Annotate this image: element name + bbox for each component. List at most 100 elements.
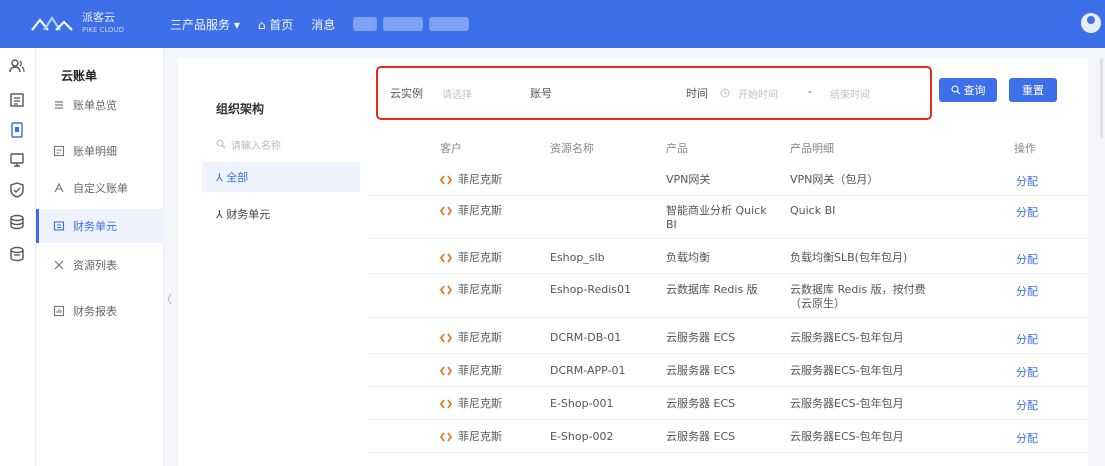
chevron-left-icon xyxy=(167,293,172,305)
submenu-item-resource-list[interactable]: 资源列表 xyxy=(36,248,164,282)
resource-name-cell: E-Shop-001 xyxy=(550,397,614,410)
assign-link[interactable]: 分配 xyxy=(1016,432,1038,446)
cloud-bill-submenu: 云账单 账单总览 账单明细 自定义账单 财务单元 资源列表 财务报表 xyxy=(36,48,164,466)
customer-cell: 菲尼克斯 xyxy=(440,331,502,345)
assign-link[interactable]: 分配 xyxy=(1016,333,1038,347)
submenu-title: 云账单 xyxy=(61,69,98,83)
column-header-customer[interactable]: 客户 xyxy=(440,140,462,156)
customer-cell: 菲尼克斯 xyxy=(440,283,502,297)
table-row: 菲尼克斯 E-Shop-002 云服务器 ECS 云服务器ECS-包年包月 分配 xyxy=(368,421,1088,453)
customer-cell: 菲尼克斯 xyxy=(440,251,502,265)
page-scrollbar[interactable] xyxy=(1100,58,1103,138)
account-label: 账号 xyxy=(530,87,552,100)
customer-name: 菲尼克斯 xyxy=(458,430,502,443)
org-search-input[interactable]: 请输入名称 xyxy=(216,134,346,154)
submenu-item-custom-bill[interactable]: 自定义账单 xyxy=(36,171,164,205)
nav-redacted-item[interactable] xyxy=(429,17,470,31)
resource-name-cell: DCRM-APP-01 xyxy=(550,364,626,377)
search-icon xyxy=(216,139,226,149)
tree-node-all[interactable]: ⅄ 全部 xyxy=(202,162,360,192)
bill-icon[interactable] xyxy=(9,92,25,108)
submenu-item-finance-report[interactable]: 财务报表 xyxy=(36,294,164,328)
users-icon[interactable] xyxy=(9,58,25,74)
document-icon[interactable] xyxy=(9,122,25,138)
custom-icon xyxy=(54,182,64,193)
resource-name-cell: Eshop_slb xyxy=(550,251,605,264)
nav-redacted-item[interactable] xyxy=(383,17,424,31)
product-detail-cell: 云服务器ECS-包年包月 xyxy=(790,364,904,377)
cloud-instance-select[interactable]: 请选择 xyxy=(442,86,472,101)
submenu-item-label: 财务单元 xyxy=(73,220,117,233)
product-cell: 云服务器 ECS xyxy=(666,397,736,410)
assign-link[interactable]: 分配 xyxy=(1016,253,1038,267)
brand-name: 派客云 xyxy=(82,11,115,24)
monitor-icon[interactable] xyxy=(9,152,25,168)
product-detail-cell: 云数据库 Redis 版，按付费（云原生） xyxy=(790,283,926,310)
icon-rail xyxy=(0,48,36,466)
brand-subtitle: PIKE CLOUD xyxy=(82,26,125,34)
submenu-item-label: 账单明细 xyxy=(73,145,117,158)
clock-icon xyxy=(720,88,730,98)
detail-icon xyxy=(53,145,65,157)
table-row: 菲尼克斯 Eshop-Redis01 云数据库 Redis 版 云数据库 Redis … xyxy=(368,276,1088,318)
product-cell: 云服务器 ECS xyxy=(666,331,736,344)
reset-button-label: 重置 xyxy=(1022,84,1044,97)
report-icon xyxy=(53,305,65,317)
start-time-input[interactable]: 开始时间 xyxy=(738,86,778,101)
nav-home[interactable]: ⌂ 首页 xyxy=(258,16,293,33)
search-button[interactable]: 查询 xyxy=(939,78,997,102)
resource-name-cell: Eshop-Redis01 xyxy=(550,283,632,296)
cloud-provider-icon xyxy=(440,333,452,343)
cloud-provider-icon xyxy=(440,253,452,263)
assign-link[interactable]: 分配 xyxy=(1016,366,1038,380)
database-icon[interactable] xyxy=(9,214,25,230)
assign-link[interactable]: 分配 xyxy=(1016,399,1038,413)
customer-name: 菲尼克斯 xyxy=(458,204,502,217)
submenu-item-label: 资源列表 xyxy=(73,259,117,272)
column-header-product[interactable]: 产品 xyxy=(666,140,688,156)
user-avatar[interactable] xyxy=(1081,13,1101,33)
product-detail-cell: Quick BI xyxy=(790,204,836,217)
cloud-provider-icon xyxy=(440,206,452,216)
assign-link[interactable]: 分配 xyxy=(1016,285,1038,299)
product-cell: 云服务器 ECS xyxy=(666,430,736,443)
time-label: 时间 xyxy=(686,87,708,100)
tree-node-finance-unit[interactable]: ⅄ 财务单元 xyxy=(202,199,360,229)
nav-products-menu[interactable]: 三产品服务 ▾ xyxy=(170,16,240,33)
reset-button[interactable]: 重置 xyxy=(1009,78,1057,102)
customer-name: 菲尼克斯 xyxy=(458,364,502,377)
end-time-input[interactable]: 结束时间 xyxy=(830,86,870,101)
cloud-provider-icon xyxy=(440,175,452,185)
brand-logo[interactable]: 派客云 PIKE CLOUD xyxy=(30,12,170,36)
column-header-resource[interactable]: 资源名称 xyxy=(550,140,594,156)
org-tree-title: 组织架构 xyxy=(216,102,265,116)
product-detail-cell: VPN网关（包月） xyxy=(790,173,879,186)
product-cell: 云数据库 Redis 版 xyxy=(666,283,758,296)
submenu-item-bill-overview[interactable]: 账单总览 xyxy=(36,88,164,122)
cloud-provider-icon xyxy=(440,432,452,442)
submenu-item-finance-unit[interactable]: 财务单元 xyxy=(36,209,164,243)
assign-link[interactable]: 分配 xyxy=(1016,175,1038,189)
product-detail-cell: 云服务器ECS-包年包月 xyxy=(790,397,904,410)
shield-icon[interactable] xyxy=(9,182,25,198)
main-content: 云实例 请选择 账号 时间 开始时间 - 结束时间 查询 重置 客户 资源名称 … xyxy=(368,58,1088,466)
submenu-item-bill-detail[interactable]: 账单明细 xyxy=(36,134,164,168)
nav-redacted-item[interactable] xyxy=(353,17,378,31)
column-header-action[interactable]: 操作 xyxy=(1014,140,1036,156)
customer-cell: 菲尼克斯 xyxy=(440,364,502,378)
product-cell: 云服务器 ECS xyxy=(666,364,736,377)
nav-messages[interactable]: 消息 xyxy=(311,16,335,33)
layers-icon[interactable] xyxy=(9,246,25,262)
tree-node-label: ⅄ 全部 xyxy=(216,171,249,184)
product-cell: 智能商业分析 Quick BI xyxy=(666,204,767,231)
submenu-item-label: 自定义账单 xyxy=(73,182,128,195)
list-icon xyxy=(55,101,63,109)
submenu-item-label: 账单总览 xyxy=(73,99,117,112)
column-header-detail[interactable]: 产品明细 xyxy=(790,140,834,156)
collapse-sidebar-handle[interactable] xyxy=(165,284,177,314)
customer-name: 菲尼克斯 xyxy=(458,251,502,264)
assign-link[interactable]: 分配 xyxy=(1016,206,1038,220)
table-row: 菲尼克斯 Eshop_slb 负载均衡 负载均衡SLB(包年包月) 分配 xyxy=(368,242,1088,274)
logo-icon xyxy=(31,16,73,31)
customer-cell: 菲尼克斯 xyxy=(440,430,502,444)
